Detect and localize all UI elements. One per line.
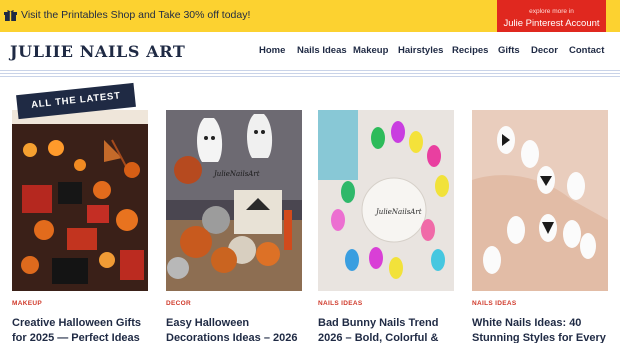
image-watermark: JulieNailsArt bbox=[374, 208, 422, 216]
post-category[interactable]: DECOR bbox=[166, 300, 191, 307]
nav-home[interactable]: Home bbox=[259, 45, 285, 56]
nav-nails-ideas[interactable]: Nails Ideas bbox=[297, 45, 347, 56]
post-title[interactable]: Easy Halloween Decorations Ideas – 2026 bbox=[166, 316, 316, 343]
site-header: JULIIE NAILS ART Home Nails Ideas Makeup… bbox=[0, 32, 620, 70]
post-thumbnail[interactable] bbox=[472, 110, 608, 291]
post-card[interactable]: MAKEUP Creative Halloween Gifts for 2025… bbox=[12, 110, 148, 343]
post-thumbnail[interactable]: JulieNailsArt bbox=[318, 110, 454, 291]
nav-decor[interactable]: Decor bbox=[531, 45, 558, 56]
pinterest-label: Julie Pinterest Account bbox=[503, 18, 600, 29]
post-title[interactable]: Creative Halloween Gifts for 2025 — Perf… bbox=[12, 316, 162, 343]
post-title-line: Easy Halloween bbox=[166, 317, 250, 329]
post-title-line: 2026 – Bold, Colorful & bbox=[318, 332, 439, 343]
post-card[interactable]: JulieNailsArt DECOR Easy Halloween Decor… bbox=[166, 110, 302, 343]
post-title-line: White Nails Ideas: 40 bbox=[472, 317, 582, 329]
post-thumbnail[interactable] bbox=[12, 110, 148, 291]
header-divider bbox=[0, 70, 620, 77]
post-category[interactable]: MAKEUP bbox=[12, 300, 42, 307]
post-title[interactable]: White Nails Ideas: 40 Stunning Styles fo… bbox=[472, 316, 620, 343]
post-card[interactable]: NAILS IDEAS White Nails Ideas: 40 Stunni… bbox=[472, 110, 608, 343]
post-title-line: for 2025 — Perfect Ideas bbox=[12, 332, 140, 343]
nav-recipes[interactable]: Recipes bbox=[452, 45, 488, 56]
post-category[interactable]: NAILS IDEAS bbox=[472, 300, 516, 307]
image-watermark: JulieNailsArt bbox=[212, 170, 260, 178]
promo-text[interactable]: Visit the Printables Shop and Take 30% o… bbox=[21, 9, 250, 21]
site-logo[interactable]: JULIIE NAILS ART bbox=[10, 42, 185, 61]
pinterest-small-label: explore more in bbox=[529, 8, 574, 15]
post-card[interactable]: JulieNailsArt NAILS IDEAS Bad Bunny Nail… bbox=[318, 110, 454, 343]
nav-makeup[interactable]: Makeup bbox=[353, 45, 388, 56]
post-category[interactable]: NAILS IDEAS bbox=[318, 300, 362, 307]
post-title-line: Stunning Styles for Every bbox=[472, 332, 606, 343]
post-thumbnail[interactable]: JulieNailsArt bbox=[166, 110, 302, 291]
gift-icon bbox=[4, 10, 17, 21]
post-title-line: Bad Bunny Nails Trend bbox=[318, 317, 439, 329]
nav-hairstyles[interactable]: Hairstyles bbox=[398, 45, 443, 56]
nav-contact[interactable]: Contact bbox=[569, 45, 604, 56]
nav-gifts[interactable]: Gifts bbox=[498, 45, 520, 56]
post-title-line: Decorations Ideas – 2026 bbox=[166, 332, 298, 343]
post-title-line: Creative Halloween Gifts bbox=[12, 317, 141, 329]
post-title[interactable]: Bad Bunny Nails Trend 2026 – Bold, Color… bbox=[318, 316, 468, 343]
